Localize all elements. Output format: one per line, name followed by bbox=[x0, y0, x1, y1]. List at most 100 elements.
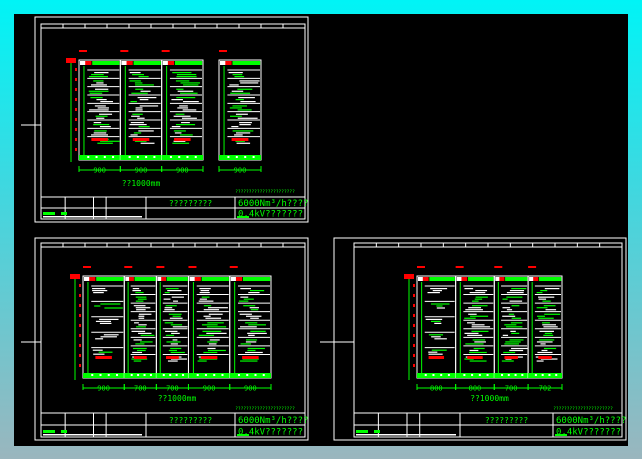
drawing-sheet-3[interactable]: 800 800 700 702 ??1000mm????????????????????… bbox=[320, 237, 627, 441]
switchgear-panel[interactable] bbox=[527, 266, 563, 379]
circuit-line bbox=[235, 99, 244, 101]
base-bolt bbox=[149, 374, 152, 376]
circuit-line bbox=[140, 341, 153, 343]
drawing-note: ?????????????????????? bbox=[553, 406, 613, 412]
switchgear-panel[interactable] bbox=[123, 266, 157, 379]
base-bolt bbox=[153, 156, 156, 158]
circuit-line bbox=[183, 101, 199, 103]
switchgear-panel[interactable] bbox=[455, 266, 495, 379]
panel-header-red bbox=[89, 277, 96, 281]
circuit-line bbox=[94, 105, 106, 107]
circuit-line bbox=[94, 130, 107, 132]
panel-header-green bbox=[96, 277, 124, 281]
circuit-line bbox=[138, 76, 149, 78]
base-bolt bbox=[424, 374, 427, 376]
base-bolt bbox=[103, 156, 106, 158]
circuit-line bbox=[465, 309, 483, 311]
circuit-line bbox=[240, 326, 257, 328]
circuit-line bbox=[93, 124, 110, 126]
circuit-line bbox=[510, 330, 516, 332]
drawing-sheet-1[interactable]: 900 900 900 900 ??1000mm????????????????????… bbox=[21, 16, 309, 223]
base-bolt bbox=[169, 156, 172, 158]
circuit-line bbox=[129, 80, 141, 82]
base-bolt bbox=[262, 374, 265, 376]
switchgear-panel[interactable] bbox=[78, 50, 121, 161]
panel-tag bbox=[494, 266, 503, 268]
circuit-line bbox=[100, 303, 121, 305]
base-bolt bbox=[501, 374, 504, 376]
panel-label-red bbox=[133, 356, 147, 359]
base-bolt bbox=[204, 374, 207, 376]
circuit-line bbox=[132, 113, 143, 115]
switchgear-panel[interactable] bbox=[187, 266, 231, 379]
row-number-mark bbox=[413, 324, 415, 327]
circuit-line bbox=[544, 288, 560, 290]
switchgear-panel[interactable] bbox=[416, 266, 457, 379]
circuit-line bbox=[464, 332, 479, 334]
circuit-line bbox=[247, 332, 267, 334]
circuit-line bbox=[248, 324, 266, 326]
circuit-line bbox=[469, 351, 487, 354]
panel-header-red bbox=[129, 277, 134, 281]
drawing-note: ?????????????????????? bbox=[235, 406, 295, 412]
panel-tag bbox=[455, 266, 464, 268]
circuit-line bbox=[502, 298, 508, 300]
circuit-line bbox=[135, 307, 151, 309]
circuit-line bbox=[172, 72, 192, 74]
switchgear-panel[interactable] bbox=[82, 266, 125, 379]
circuit-line bbox=[136, 309, 146, 311]
switchgear-panel[interactable] bbox=[218, 50, 262, 161]
circuit-line bbox=[467, 334, 483, 336]
base-bolt bbox=[145, 156, 148, 158]
title-block: ????????? 6000Nm³/h????0.4kV??????? bbox=[41, 412, 308, 438]
circuit-line bbox=[170, 343, 178, 345]
row-number-mark bbox=[75, 68, 77, 71]
drawing-canvas[interactable]: 900 900 900 900 ??1000mm????????????????????… bbox=[14, 14, 628, 446]
circuit-line bbox=[247, 347, 265, 350]
row-number-mark bbox=[413, 284, 415, 287]
circuit-line bbox=[238, 97, 255, 99]
panel-label-red bbox=[200, 356, 218, 359]
panel-header-green bbox=[505, 277, 528, 281]
base-bolt bbox=[116, 374, 119, 376]
circuit-line bbox=[234, 76, 245, 78]
switchgear-panel[interactable] bbox=[229, 266, 272, 379]
circuit-line bbox=[240, 360, 258, 362]
row-number-mark bbox=[79, 314, 81, 317]
circuit-line bbox=[100, 336, 117, 338]
circuit-line bbox=[97, 142, 113, 144]
circuit-line bbox=[209, 339, 220, 341]
signature-mark bbox=[356, 430, 368, 433]
row-number-mark bbox=[413, 354, 415, 357]
dimension-label: 700 bbox=[166, 385, 179, 393]
switchgear-panel[interactable] bbox=[119, 50, 163, 161]
width-dimension: 700 bbox=[155, 384, 189, 393]
base-bolt bbox=[471, 374, 474, 376]
panel-header-green bbox=[429, 277, 455, 281]
circuit-line bbox=[168, 313, 182, 315]
panel-header-green bbox=[538, 277, 562, 281]
switchgear-panel[interactable] bbox=[161, 50, 204, 161]
drawing-sheet-2[interactable]: 900 700 700 900 900 ??1000mm?????????????????… bbox=[21, 237, 309, 441]
switchgear-panel[interactable] bbox=[493, 266, 529, 379]
circuit-line bbox=[539, 339, 555, 341]
row-number-mark bbox=[413, 344, 415, 347]
circuit-line bbox=[164, 322, 174, 324]
cad-model-space[interactable]: 900 900 900 900 ??1000mm????????????????????… bbox=[14, 14, 628, 446]
circuit-line bbox=[165, 288, 179, 290]
circuit-line bbox=[198, 300, 214, 302]
circuit-line bbox=[93, 132, 107, 134]
circuit-line bbox=[541, 349, 548, 352]
circuit-line bbox=[231, 90, 244, 92]
switchgear-panel[interactable] bbox=[155, 266, 189, 379]
base-bolt bbox=[194, 156, 197, 158]
circuit-line bbox=[139, 105, 159, 107]
signature-mark bbox=[61, 212, 67, 215]
row-number-mark bbox=[413, 304, 415, 307]
circuit-line bbox=[132, 74, 144, 76]
row-number-mark bbox=[79, 324, 81, 327]
circuit-line bbox=[135, 107, 143, 109]
circuit-line bbox=[509, 349, 524, 352]
circuit-line bbox=[138, 315, 145, 317]
circuit-line bbox=[138, 317, 145, 319]
